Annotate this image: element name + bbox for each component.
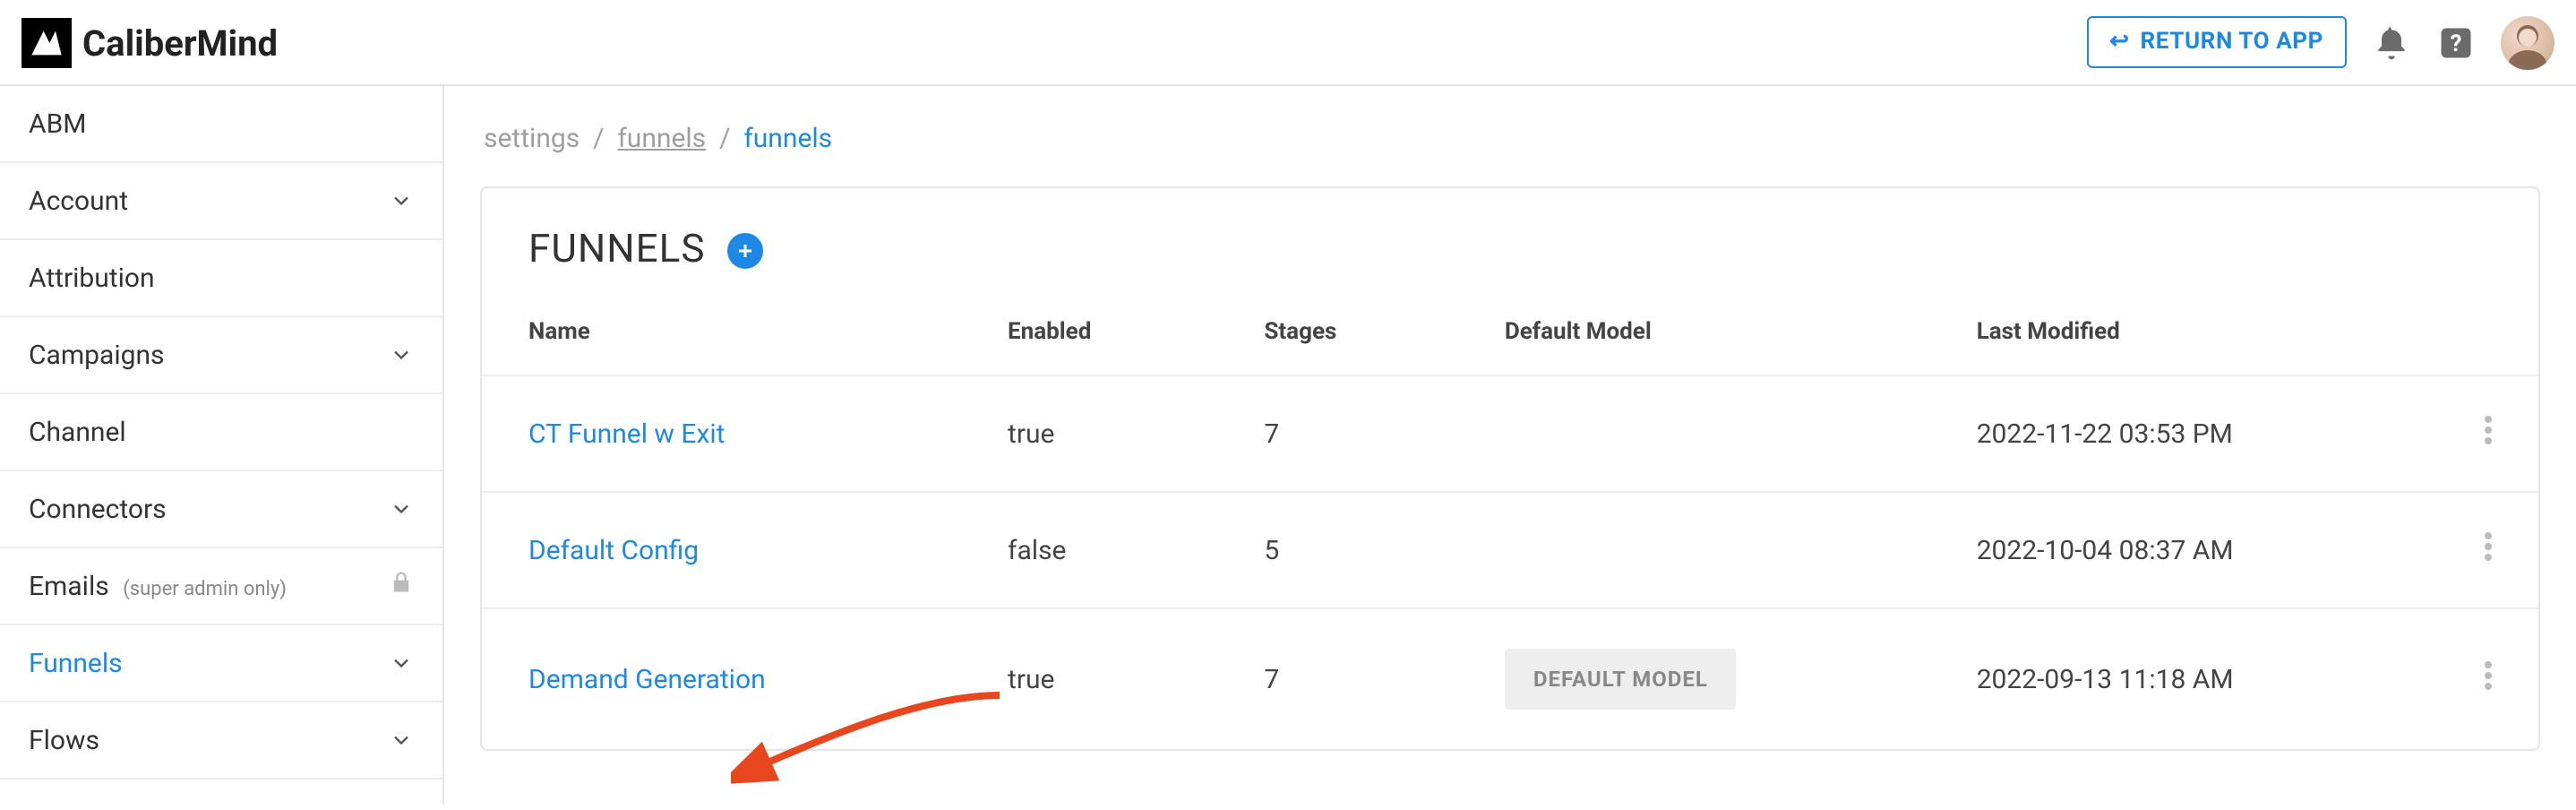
sidebar-item-label: Attribution — [29, 262, 155, 294]
sidebar-item-label: Funnels — [29, 647, 123, 679]
return-arrow-icon: ↩ — [2109, 29, 2129, 56]
cell-last-modified: 2022-11-22 03:53 PM — [1930, 375, 2438, 492]
cell-last-modified: 2022-09-13 11:18 AM — [1930, 608, 2438, 749]
cell-default-model — [1458, 375, 1930, 492]
cell-enabled: true — [961, 375, 1217, 492]
col-enabled: Enabled — [961, 290, 1217, 375]
cell-default-model: DEFAULT MODEL — [1458, 608, 1930, 749]
breadcrumb-funnels-link[interactable]: funnels — [617, 122, 706, 154]
return-label: RETURN TO APP — [2141, 29, 2324, 56]
table-row: Default Config false 5 2022-10-04 08:37 … — [482, 492, 2538, 608]
sidebar-item-label: Campaigns — [29, 339, 165, 371]
sidebar: ABM Account Attribution Campaigns Channe… — [0, 86, 444, 805]
cell-enabled: false — [961, 492, 1217, 608]
funnel-name-link[interactable]: Demand Generation — [528, 663, 766, 695]
sidebar-item-label: Channel — [29, 416, 126, 448]
col-last-modified: Last Modified — [1930, 290, 2438, 375]
sidebar-item-label: Connectors — [29, 493, 167, 525]
chevron-down-icon — [389, 342, 414, 367]
breadcrumb-current: funnels — [743, 122, 832, 154]
breadcrumb-root: settings — [484, 122, 580, 154]
chevron-down-icon — [389, 651, 414, 676]
default-model-badge: DEFAULT MODEL — [1505, 649, 1737, 710]
sidebar-item-funnels[interactable]: Funnels — [0, 625, 442, 702]
cell-enabled: true — [961, 608, 1217, 749]
sidebar-item-label: ABM — [29, 108, 86, 140]
sidebar-item-label: Emails (super admin only) — [29, 570, 287, 602]
col-name: Name — [482, 290, 961, 375]
help-icon[interactable]: ? — [2436, 22, 2476, 62]
svg-text:?: ? — [2451, 30, 2462, 56]
row-actions-menu[interactable] — [2438, 608, 2538, 749]
main-content: settings / funnels / funnels FUNNELS N — [444, 86, 2576, 805]
col-default-model: Default Model — [1458, 290, 1930, 375]
add-funnel-button[interactable] — [726, 232, 762, 268]
brand-logo — [21, 17, 72, 67]
user-avatar[interactable] — [2501, 15, 2555, 69]
cell-stages: 7 — [1217, 375, 1457, 492]
topbar: CaliberMind ↩ RETURN TO APP ? — [0, 0, 2576, 86]
row-actions-menu[interactable] — [2438, 492, 2538, 608]
sidebar-item-channel[interactable]: Channel — [0, 394, 442, 471]
page-title: FUNNELS — [528, 228, 705, 272]
row-actions-menu[interactable] — [2438, 375, 2538, 492]
notifications-icon[interactable] — [2372, 22, 2411, 62]
cell-stages: 7 — [1217, 608, 1457, 749]
cell-stages: 5 — [1217, 492, 1457, 608]
sidebar-item-flows[interactable]: Flows — [0, 702, 442, 780]
cell-last-modified: 2022-10-04 08:37 AM — [1930, 492, 2438, 608]
breadcrumb: settings / funnels / funnels — [484, 122, 2540, 154]
col-stages: Stages — [1217, 290, 1457, 375]
funnels-card: FUNNELS Name Enabled Stages Default Mode… — [480, 186, 2540, 751]
brand-name: CaliberMind — [82, 21, 278, 64]
cell-default-model — [1458, 492, 1930, 608]
chevron-down-icon — [389, 188, 414, 213]
sidebar-item-emails[interactable]: Emails (super admin only) — [0, 548, 442, 625]
funnel-name-link[interactable]: Default Config — [528, 534, 699, 566]
chevron-down-icon — [389, 728, 414, 753]
table-row: Demand Generation true 7 DEFAULT MODEL 2… — [482, 608, 2538, 749]
table-row: CT Funnel w Exit true 7 2022-11-22 03:53… — [482, 375, 2538, 492]
lock-icon — [389, 570, 414, 602]
sidebar-item-label: Account — [29, 185, 128, 217]
funnel-name-link[interactable]: CT Funnel w Exit — [528, 418, 725, 450]
chevron-down-icon — [389, 496, 414, 521]
return-to-app-button[interactable]: ↩ RETURN TO APP — [2086, 16, 2347, 68]
sidebar-item-abm[interactable]: ABM — [0, 86, 442, 163]
sidebar-item-label: Flows — [29, 724, 99, 756]
sidebar-item-attribution[interactable]: Attribution — [0, 240, 442, 317]
sidebar-item-campaigns[interactable]: Campaigns — [0, 317, 442, 394]
sidebar-item-connectors[interactable]: Connectors — [0, 471, 442, 548]
sidebar-item-account[interactable]: Account — [0, 163, 442, 240]
funnels-table: Name Enabled Stages Default Model Last M… — [482, 290, 2538, 749]
